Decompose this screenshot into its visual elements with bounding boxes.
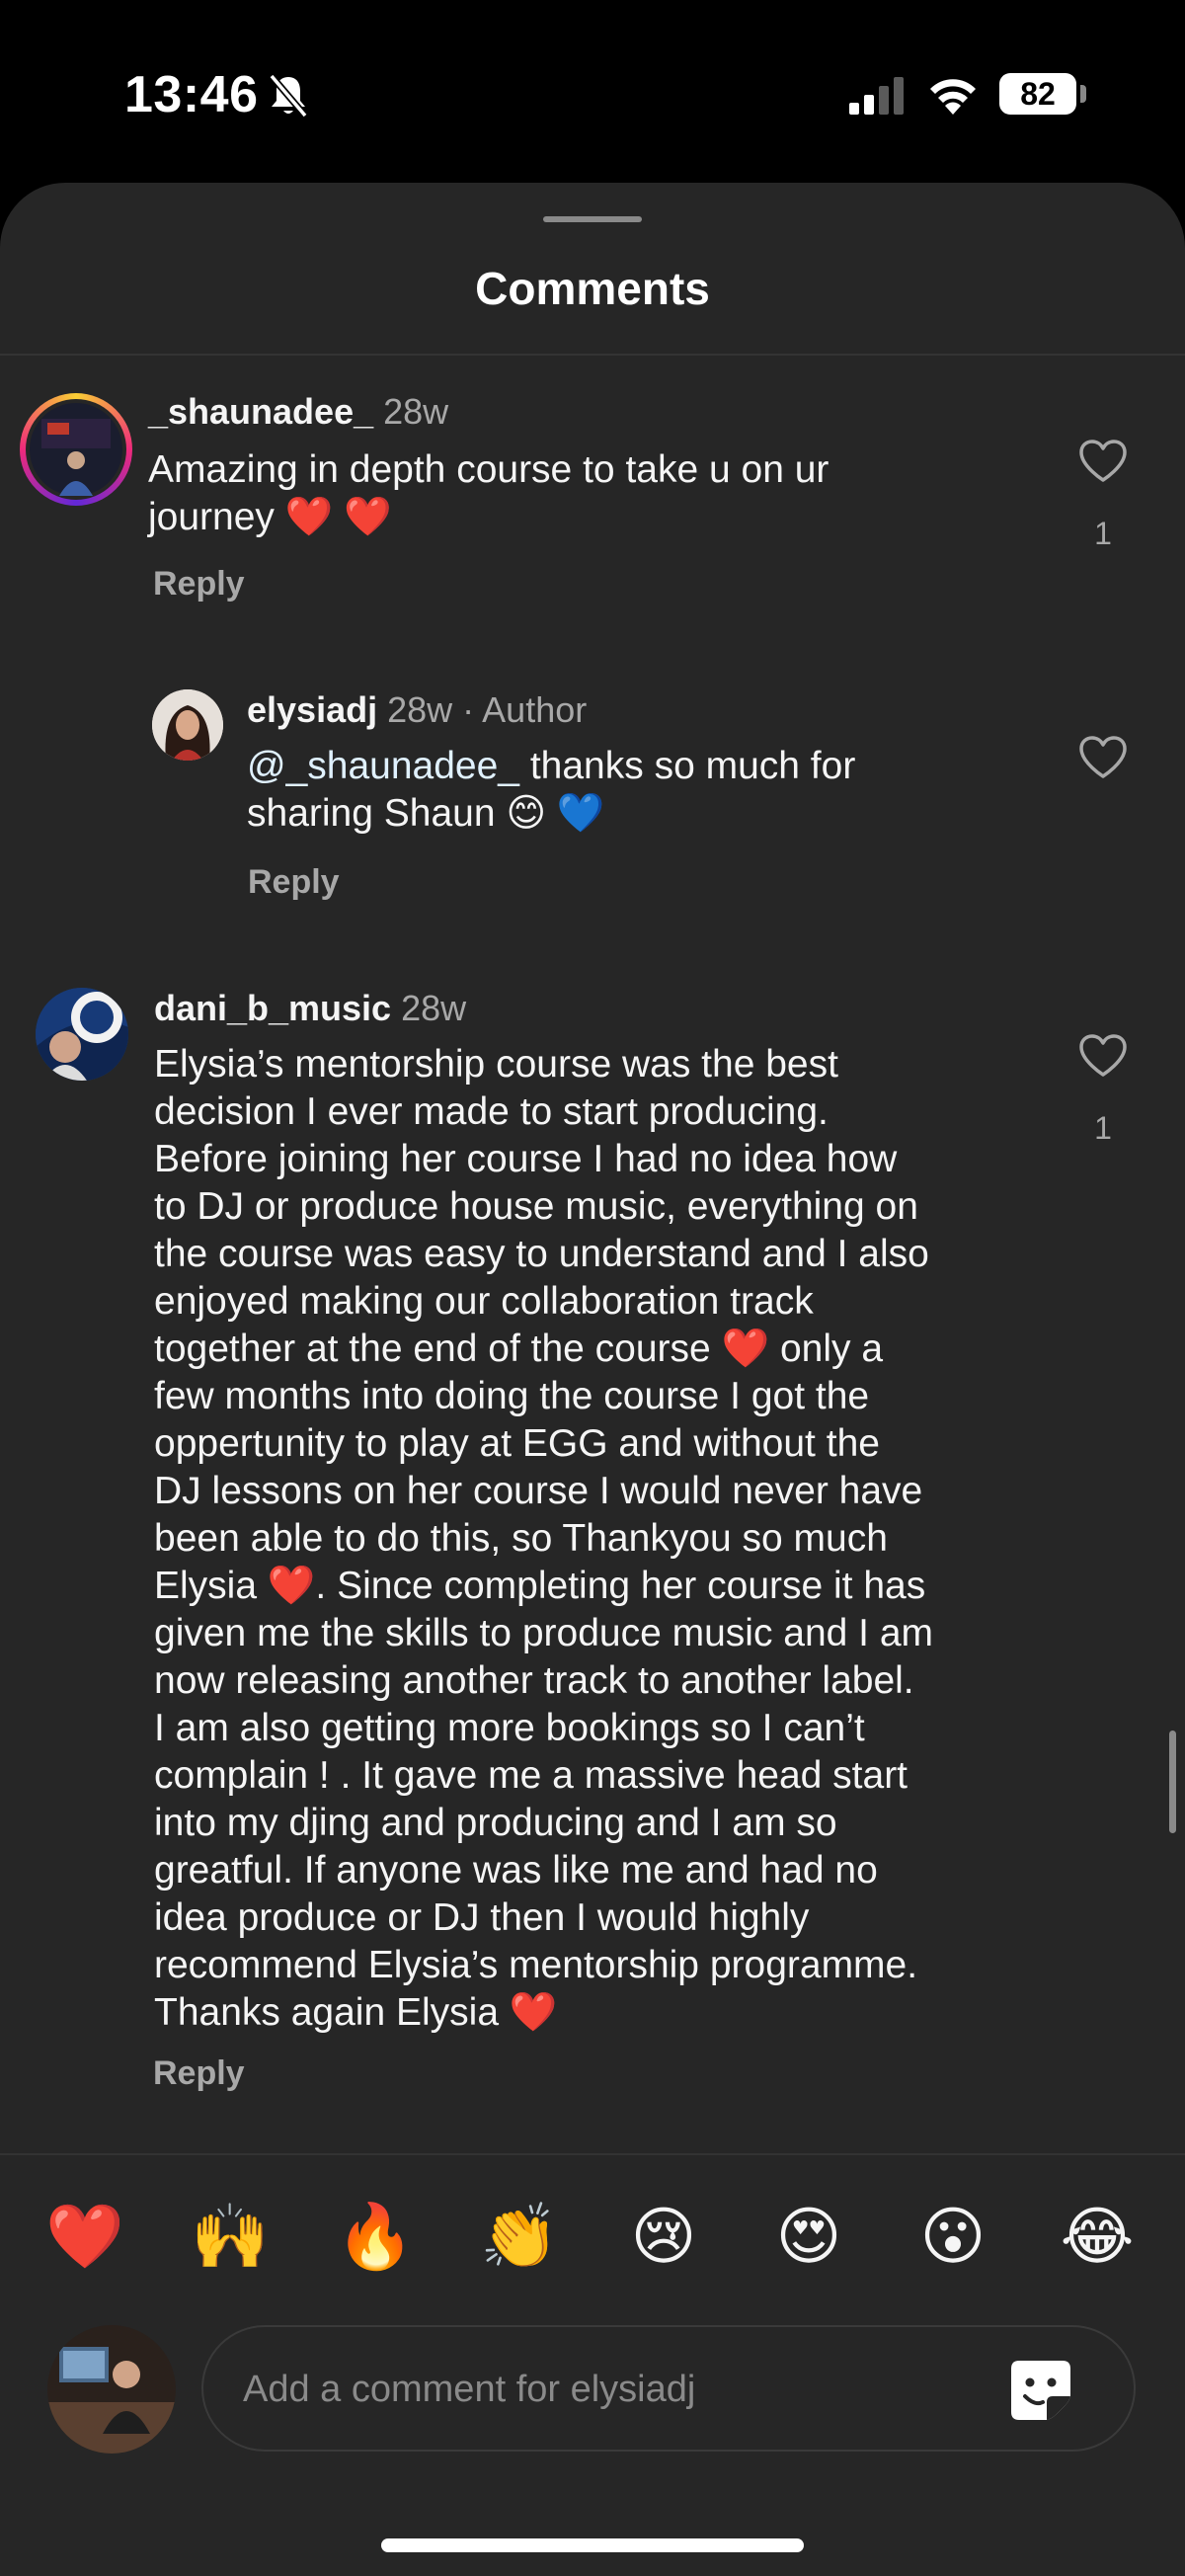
comment-timestamp: 28w [383,391,449,432]
comment-input[interactable] [241,2327,976,2452]
comment-timestamp: 28w [401,988,467,1028]
avatar[interactable] [20,393,132,506]
cellular-signal-icon [849,77,904,115]
status-bar: 13:46 82 [0,0,1185,183]
like-count: 1 [1094,1110,1112,1146]
comment-username[interactable]: dani_b_music 28w [154,988,466,1029]
home-indicator [381,2538,804,2552]
comment-username[interactable]: elysiadj 28w · Author [247,689,587,731]
reaction-fire[interactable]: 🔥 [336,2199,415,2274]
username-text[interactable]: _shaunadee_ [148,391,373,432]
heart-icon[interactable] [1078,1033,1128,1079]
reply-button[interactable]: Reply [153,565,245,604]
sticker-icon[interactable] [1005,2355,1076,2426]
emoji-bar-divider [0,2153,1185,2155]
reaction-heart[interactable]: ❤️ [45,2199,124,2274]
reaction-heart-eyes[interactable]: 😍 [769,2199,848,2274]
reaction-clap[interactable]: 👏 [480,2199,559,2274]
avatar[interactable] [36,988,128,1081]
mention-link[interactable]: @_shaunadee_ [247,745,519,787]
heart-icon[interactable] [1078,439,1128,484]
username-text[interactable]: dani_b_music [154,988,391,1028]
battery-cap [1080,85,1086,103]
username-text[interactable]: elysiadj [247,689,377,730]
comment-timestamp-author: 28w · Author [387,689,588,730]
reaction-crying[interactable]: 😢 [624,2199,703,2274]
reply-button[interactable]: Reply [153,2054,245,2093]
comment-text: Amazing in depth course to take u on ur … [148,448,830,538]
current-user-avatar [47,2325,176,2454]
reaction-raised-hands[interactable]: 🙌 [191,2199,270,2274]
avatar[interactable] [152,689,223,761]
sheet-title: Comments [475,263,710,314]
heart-icon[interactable] [1078,735,1128,780]
comment-composer[interactable] [201,2325,1136,2452]
reply-button[interactable]: Reply [248,863,340,902]
wifi-icon [930,79,976,115]
bell-muted-icon [269,73,308,119]
comment-text: Elysia’s mentorship course was the best … [154,1043,934,2034]
sheet-grabber-handle[interactable] [543,216,642,222]
scrollbar[interactable] [1169,1731,1176,1833]
status-time: 13:46 [124,66,259,123]
comment-username[interactable]: _shaunadee_ 28w [148,391,448,433]
battery-indicator: 82 [999,73,1076,115]
header-divider [0,354,1185,356]
comment-text: @_shaunadee_ thanks so much for sharing … [247,743,1057,838]
reaction-laughing[interactable]: 😂 [1058,2199,1137,2274]
like-count: 1 [1094,516,1112,551]
reaction-surprised[interactable]: 😮 [913,2199,992,2274]
